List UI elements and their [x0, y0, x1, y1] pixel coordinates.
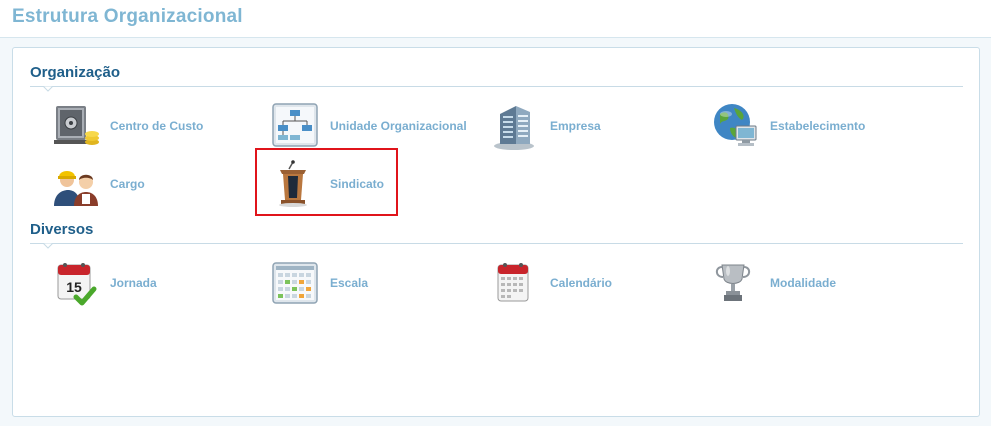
item-label: Calendário: [550, 276, 613, 290]
schedule-grid-icon: [272, 262, 318, 304]
section-notch-icon: [43, 243, 53, 249]
section-divider: [30, 243, 963, 244]
globe-computer-icon: [714, 104, 757, 146]
item-unidade-organizacional[interactable]: Unidade Organizacional: [272, 102, 482, 152]
item-calendario[interactable]: Calendário: [492, 259, 702, 309]
calendar-icon: [497, 263, 529, 302]
item-centro-de-custo[interactable]: Centro de Custo: [52, 102, 262, 152]
item-jornada[interactable]: 15 Jornada: [52, 259, 262, 309]
item-label: Unidade Organizacional: [330, 119, 467, 133]
item-label: Cargo: [110, 177, 145, 191]
workers-icon: [54, 171, 98, 206]
page-title: Estrutura Organizacional: [12, 6, 243, 27]
item-label: Estabelecimento: [770, 119, 866, 133]
org-chart-icon: [272, 103, 318, 147]
section-divider: [30, 86, 963, 87]
section-title-diversos: Diversos: [30, 221, 94, 238]
calendar-check-icon: 15: [57, 263, 97, 306]
item-label: Centro de Custo: [110, 119, 204, 133]
safe-icon: [54, 106, 99, 145]
section-title-organizacao: Organização: [30, 64, 121, 81]
section-notch-icon: [43, 86, 53, 92]
page-header: Estrutura Organizacional: [0, 0, 991, 38]
building-icon: [494, 106, 534, 150]
svg-text:15: 15: [66, 279, 82, 295]
item-label: Escala: [330, 276, 369, 290]
item-label: Jornada: [110, 276, 157, 290]
trophy-icon: [715, 264, 751, 301]
item-cargo[interactable]: Cargo: [52, 160, 262, 210]
item-escala[interactable]: Escala: [272, 259, 482, 309]
item-label: Empresa: [550, 119, 601, 133]
item-empresa[interactable]: Empresa: [492, 102, 702, 152]
item-label: Modalidade: [770, 276, 837, 290]
item-estabelecimento[interactable]: Estabelecimento: [712, 102, 922, 152]
item-modalidade[interactable]: Modalidade: [712, 259, 922, 309]
selection-highlight: [255, 148, 398, 216]
